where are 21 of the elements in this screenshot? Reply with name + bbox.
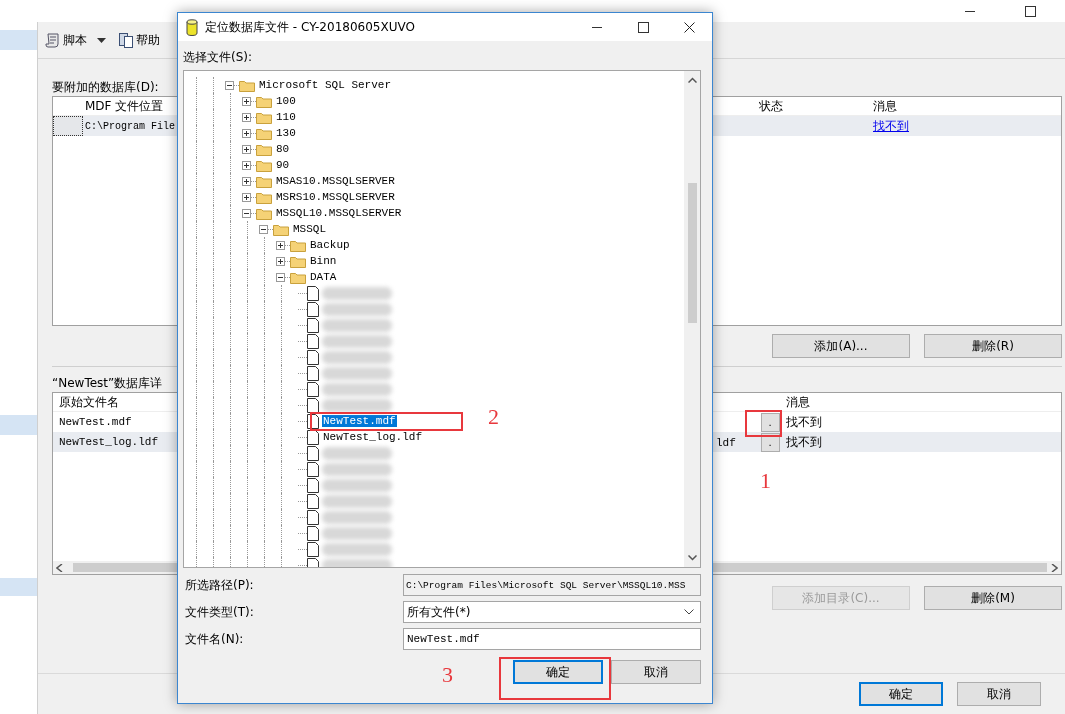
section-label: “NewTest”数据库详 (52, 375, 163, 391)
table-cell: ldf (716, 437, 736, 449)
step-number: 1 (760, 468, 771, 494)
section-label: 要附加的数据库(D): (52, 79, 159, 95)
step-number: 3 (442, 662, 453, 688)
step-number: 2 (488, 404, 499, 430)
column-header: 消息 (872, 97, 898, 115)
table-cell-text: 找不到 (785, 433, 823, 451)
column-header: MDF 文件位置 (84, 97, 165, 115)
column-header: 消息 (785, 393, 811, 411)
field-label: 文件名(N): (184, 630, 245, 648)
tree-label: 选择文件(S): (183, 49, 254, 65)
table-cell-text: NewTest.mdf (58, 416, 133, 428)
table-cell-text: NewTest_log.ldf (58, 436, 160, 448)
table-cell-text: 找不到 (785, 413, 823, 431)
table-cell-text: C:\Program File (84, 120, 176, 132)
field-label: 文件类型(T): (184, 603, 255, 621)
dialog-title: 定位数据库文件 - CY-20180605XUVO (205, 18, 415, 36)
field-label: 所选路径(P): (184, 576, 255, 594)
column-header: 原始文件名 (58, 393, 120, 411)
column-header: 状态 (758, 97, 784, 115)
